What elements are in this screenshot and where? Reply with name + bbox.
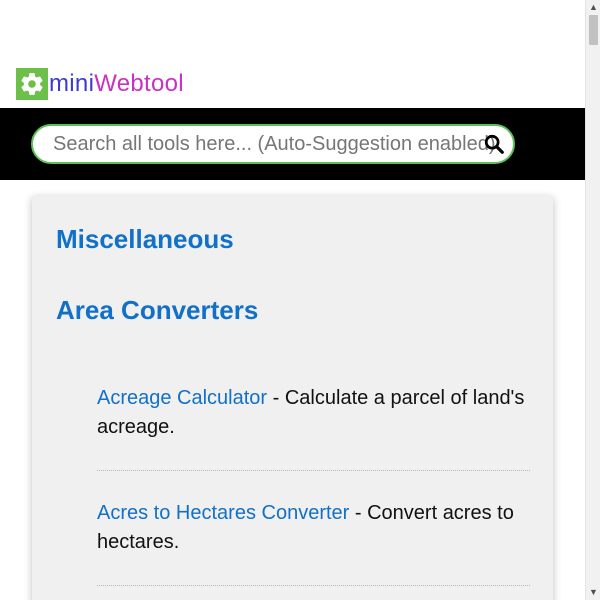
vertical-scrollbar[interactable]: ▲ ▼: [585, 0, 600, 600]
content-card: Miscellaneous Area Converters Acreage Ca…: [32, 196, 553, 600]
scroll-thumb[interactable]: [589, 15, 598, 45]
logo-text-webtool: Webtool: [94, 70, 184, 97]
list-item: Acres to Hectares Converter - Convert ac…: [97, 499, 530, 586]
page: miniWebtool Miscellaneous Area Converter…: [0, 0, 585, 600]
scroll-up-icon[interactable]: ▲: [586, 0, 600, 15]
tool-link-acreage-calculator[interactable]: Acreage Calculator: [97, 387, 267, 409]
search-box: [31, 124, 515, 164]
logo-text-mini: mini: [49, 70, 95, 97]
section-title[interactable]: Area Converters: [56, 293, 258, 327]
site-logo[interactable]: miniWebtool: [16, 68, 184, 100]
gear-icon: [16, 68, 48, 100]
tool-list: Acreage Calculator - Calculate a parcel …: [97, 384, 530, 600]
scroll-down-icon[interactable]: ▼: [586, 585, 600, 600]
search-input[interactable]: [53, 126, 498, 162]
logo-text: miniWebtool: [49, 68, 184, 100]
search-icon[interactable]: [483, 133, 505, 155]
category-title[interactable]: Miscellaneous: [56, 222, 234, 256]
list-item: Acreage Calculator - Calculate a parcel …: [97, 384, 530, 471]
search-bar: [0, 108, 585, 180]
tool-link-acres-to-hectares[interactable]: Acres to Hectares Converter: [97, 502, 349, 524]
